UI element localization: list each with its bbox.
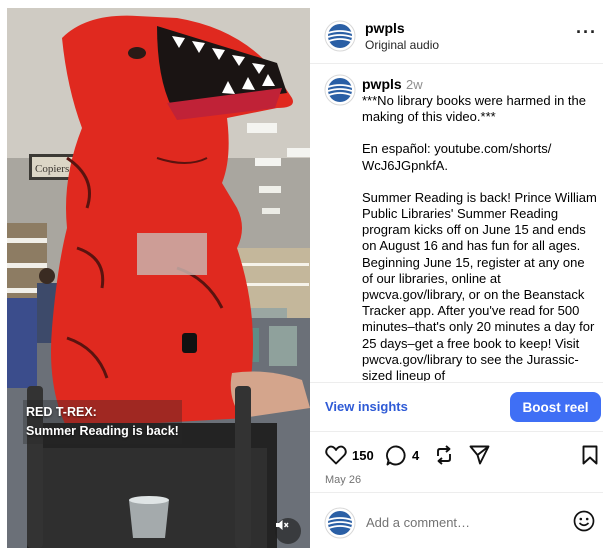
reel-video[interactable]: Copiers RED T-REX: Summer Reading is bac… xyxy=(7,8,310,548)
pwpls-logo-icon xyxy=(324,20,356,52)
mute-toggle-button[interactable] xyxy=(275,518,301,544)
video-frame-illustration: Copiers xyxy=(7,8,310,548)
send-icon xyxy=(469,445,490,465)
post-header: pwpls Original audio ··· xyxy=(310,8,603,64)
like-button[interactable]: 150 xyxy=(325,445,374,465)
caption-area: pwpls 2w ***No library books were harmed… xyxy=(310,64,603,381)
caption-title: RED T-REX: xyxy=(26,405,97,419)
svg-text:Copiers: Copiers xyxy=(35,163,69,175)
repost-button[interactable] xyxy=(434,445,454,465)
caption-text: ***No library books were harmed in the m… xyxy=(362,93,597,381)
insights-bar: View insights Boost reel xyxy=(310,382,603,431)
pwpls-logo-icon xyxy=(324,507,356,539)
avatar xyxy=(324,507,356,539)
header-username[interactable]: pwpls xyxy=(365,20,405,36)
boost-reel-button[interactable]: Boost reel xyxy=(510,392,601,422)
caption-subtitle: Summer Reading is back! xyxy=(26,424,179,438)
repost-icon xyxy=(437,445,451,465)
add-comment-bar xyxy=(310,492,603,549)
caption-paragraph: En español: youtube.com/shorts/ WcJ6JGpn… xyxy=(362,141,552,173)
like-count: 150 xyxy=(352,447,374,463)
comment-button[interactable]: 4 xyxy=(386,445,419,466)
pwpls-logo-icon xyxy=(324,74,356,106)
more-icon[interactable]: ··· xyxy=(576,22,597,43)
view-insights-link[interactable]: View insights xyxy=(325,399,408,414)
speaker-muted-icon xyxy=(276,520,289,530)
comment-input[interactable] xyxy=(366,512,556,532)
action-bar: 150 4 May 26 xyxy=(310,431,603,492)
comment-icon xyxy=(386,445,406,466)
caption-timestamp[interactable]: 2w xyxy=(406,77,423,92)
caption-paragraph: ***No library books were harmed in the m… xyxy=(362,93,586,125)
save-button[interactable] xyxy=(582,445,598,465)
audio-link[interactable]: Original audio xyxy=(365,38,439,52)
avatar[interactable] xyxy=(324,20,356,52)
reel-viewer: Copiers RED T-REX: Summer Reading is bac… xyxy=(0,0,603,548)
emoji-icon xyxy=(573,510,595,532)
post-date[interactable]: May 26 xyxy=(325,474,361,486)
caption-paragraph: Summer Reading is back! Prince William P… xyxy=(362,189,597,381)
emoji-button[interactable] xyxy=(573,510,595,537)
reel-details-panel: pwpls Original audio ··· pwpls 2w ***No … xyxy=(310,8,603,548)
reel-caption-overlay: RED T-REX: Summer Reading is back! xyxy=(23,400,182,444)
bookmark-icon xyxy=(582,445,598,465)
heart-icon xyxy=(325,445,347,465)
share-button[interactable] xyxy=(469,445,490,465)
comment-count: 4 xyxy=(412,448,420,463)
avatar[interactable] xyxy=(324,74,356,106)
caption-username[interactable]: pwpls xyxy=(362,76,402,92)
